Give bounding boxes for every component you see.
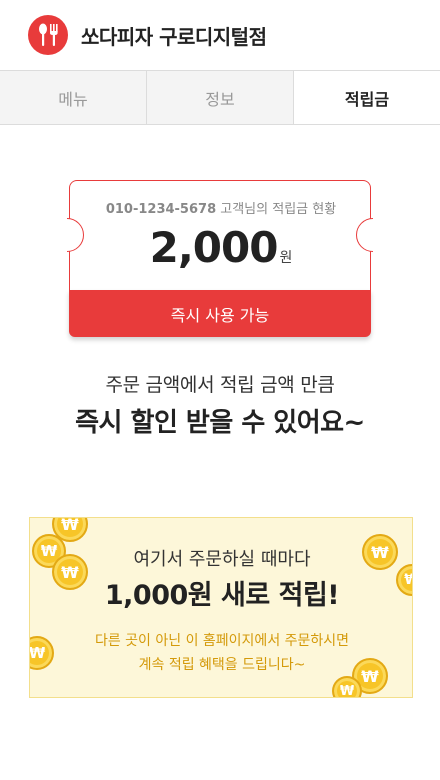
- banner-line4: 계속 적립 혜택을 드립니다~: [138, 657, 306, 673]
- tab-points[interactable]: 적립금: [294, 71, 440, 124]
- discount-message-line1: 주문 금액에서 적립 금액 만큼: [105, 374, 335, 396]
- tab-menu[interactable]: 메뉴: [0, 71, 147, 124]
- ticket-info: 010-1234-5678 고객님의 적립금 현황: [70, 198, 372, 217]
- ticket-body: 010-1234-5678 고객님의 적립금 현황 2,000 원: [69, 180, 371, 290]
- ticket-notch-cover-right: [373, 216, 391, 254]
- discount-message-line2: 즉시 할인 받을 수 있어요~: [75, 408, 365, 438]
- points-amount-unit: 원: [279, 250, 293, 266]
- points-amount: 2,000 원: [70, 223, 372, 272]
- spoon-fork-icon[interactable]: [28, 15, 68, 55]
- ticket-info-suffix: 고객님의 적립금 현황: [220, 202, 337, 217]
- store-name: 쏘다피자 구로디지털점: [81, 24, 267, 49]
- banner-line1: 여기서 주문하실 때마다: [133, 549, 311, 570]
- coin-icon: ₩: [332, 676, 362, 697]
- banner-line2: 1,000원 새로 적립!: [104, 580, 340, 611]
- tab-bar: 메뉴 정보 적립금: [0, 70, 440, 125]
- points-amount-value: 2,000: [149, 223, 279, 272]
- ticket-notch-cover-left: [49, 216, 67, 254]
- use-now-button[interactable]: 즉시 사용 가능: [69, 290, 371, 337]
- header: 쏘다피자 구로디지털점: [0, 0, 440, 70]
- customer-phone: 010-1234-5678: [105, 202, 217, 217]
- points-ticket: 010-1234-5678 고객님의 적립금 현황 2,000 원 즉시 사용 가…: [49, 180, 391, 337]
- banner-line3: 다른 곳이 아닌 이 홈페이지에서 주문하시면: [94, 633, 350, 649]
- tab-info[interactable]: 정보: [147, 71, 294, 124]
- rewards-banner: ₩ ₩ ₩ ₩ ₩ ₩ ₩ ₩ 여기서 주문하실 때마다 1,000원 새로 적…: [29, 517, 413, 698]
